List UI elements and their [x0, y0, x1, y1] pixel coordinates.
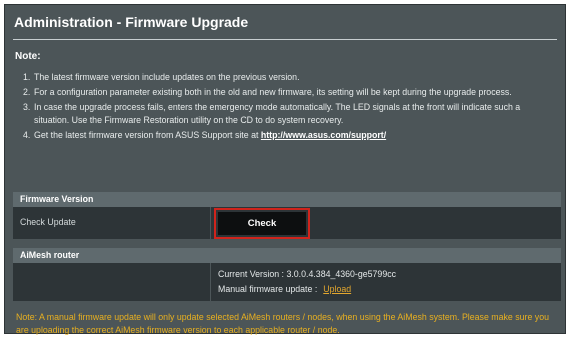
note-item: 3. In case the upgrade process fails, en… — [23, 101, 553, 127]
note-item-number: 1. — [23, 72, 31, 82]
aimesh-label-cell — [13, 263, 211, 301]
note-item-text: Get the latest firmware version from ASU… — [34, 130, 261, 140]
page-title: Administration - Firmware Upgrade — [14, 14, 249, 30]
check-update-label-cell: Check Update — [13, 207, 211, 239]
note-item-number: 3. — [23, 102, 31, 112]
upload-link[interactable]: Upload — [323, 284, 351, 294]
manual-update-label: Manual firmware update : — [218, 284, 318, 294]
aimesh-router-row: Current Version : 3.0.0.4.384_4360-ge579… — [13, 263, 561, 301]
check-update-label: Check Update — [20, 217, 76, 227]
check-button-highlight: Check — [214, 208, 310, 239]
note-list: 1. The latest firmware version include u… — [23, 71, 553, 144]
note-heading: Note: — [15, 51, 41, 62]
title-divider — [13, 39, 557, 40]
note-item-text-wrap: Get the latest firmware version from ASU… — [34, 129, 386, 142]
note-item-text: The latest firmware version include upda… — [34, 72, 300, 82]
current-version-text: Current Version : 3.0.0.4.384_4360-ge579… — [218, 269, 397, 279]
firmware-upgrade-panel: Administration - Firmware Upgrade Note: … — [4, 4, 566, 335]
aimesh-warning-note: Note: A manual firmware update will only… — [16, 312, 549, 335]
note-item-number: 2. — [23, 87, 31, 97]
note-item: 4. Get the latest firmware version from … — [23, 129, 553, 142]
note-item: 1. The latest firmware version include u… — [23, 71, 553, 84]
note-item-text: For a configuration parameter existing b… — [34, 87, 512, 97]
asus-support-link[interactable]: http://www.asus.com/support/ — [261, 130, 386, 140]
check-button[interactable]: Check — [218, 212, 306, 235]
manual-update-line: Manual firmware update : Upload — [218, 284, 351, 294]
note-item-number: 4. — [23, 130, 31, 140]
note-item: 2. For a configuration parameter existin… — [23, 86, 553, 99]
aimesh-router-heading: AiMesh router — [13, 248, 561, 263]
firmware-version-heading: Firmware Version — [13, 192, 561, 207]
check-update-row: Check Update Check — [13, 207, 561, 239]
note-item-text: In case the upgrade process fails, enter… — [34, 102, 521, 125]
